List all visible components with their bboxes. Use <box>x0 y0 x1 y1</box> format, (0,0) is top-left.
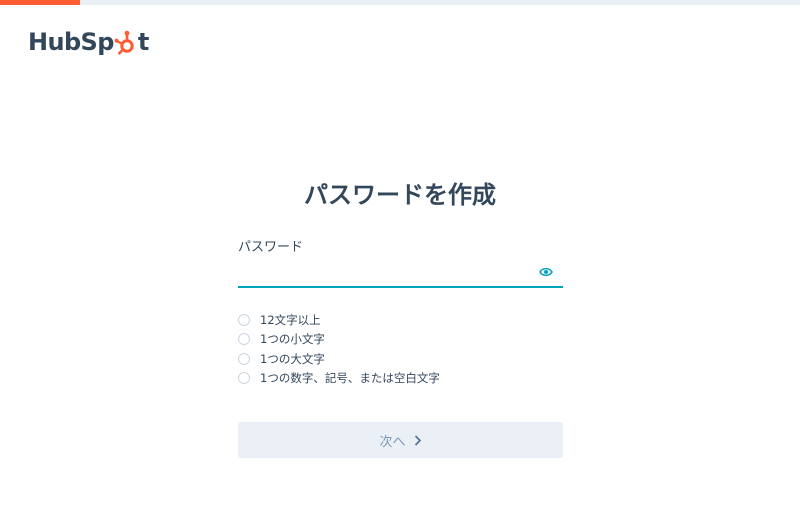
progress-bar <box>0 0 800 5</box>
sprocket-icon <box>114 30 134 55</box>
password-input[interactable] <box>238 258 528 286</box>
requirement-uppercase: 1つの大文字 <box>238 349 440 369</box>
requirement-status-icon <box>238 313 250 326</box>
logo-text-part1: HubSp <box>28 28 114 56</box>
requirement-min-length: 12文字以上 <box>238 310 440 330</box>
password-field-wrapper <box>238 258 563 288</box>
requirement-status-icon <box>238 372 250 385</box>
logo-wordmark: HubSp t <box>28 28 149 56</box>
logo-text-part2: t <box>137 28 149 56</box>
eye-icon[interactable] <box>539 266 553 278</box>
page-title: パスワードを作成 <box>304 181 496 209</box>
next-button[interactable]: 次へ <box>238 422 563 458</box>
requirement-number-symbol: 1つの数字、記号、または空白文字 <box>238 369 440 389</box>
requirement-status-icon <box>238 352 250 365</box>
password-requirements: 12文字以上 1つの小文字 1つの大文字 1つの数字、記号、または空白文字 <box>238 310 440 388</box>
requirement-status-icon <box>238 333 250 346</box>
requirement-text: 12文字以上 <box>260 312 321 327</box>
requirement-text: 1つの大文字 <box>260 351 325 366</box>
next-button-label: 次へ <box>379 434 406 450</box>
password-label: パスワード <box>238 240 304 255</box>
hubspot-logo: HubSp t <box>28 27 149 57</box>
chevron-right-icon <box>414 434 421 446</box>
progress-bar-fill <box>0 0 80 5</box>
requirement-text: 1つの数字、記号、または空白文字 <box>260 371 440 386</box>
requirement-lowercase: 1つの小文字 <box>238 330 440 350</box>
requirement-text: 1つの小文字 <box>260 332 325 347</box>
